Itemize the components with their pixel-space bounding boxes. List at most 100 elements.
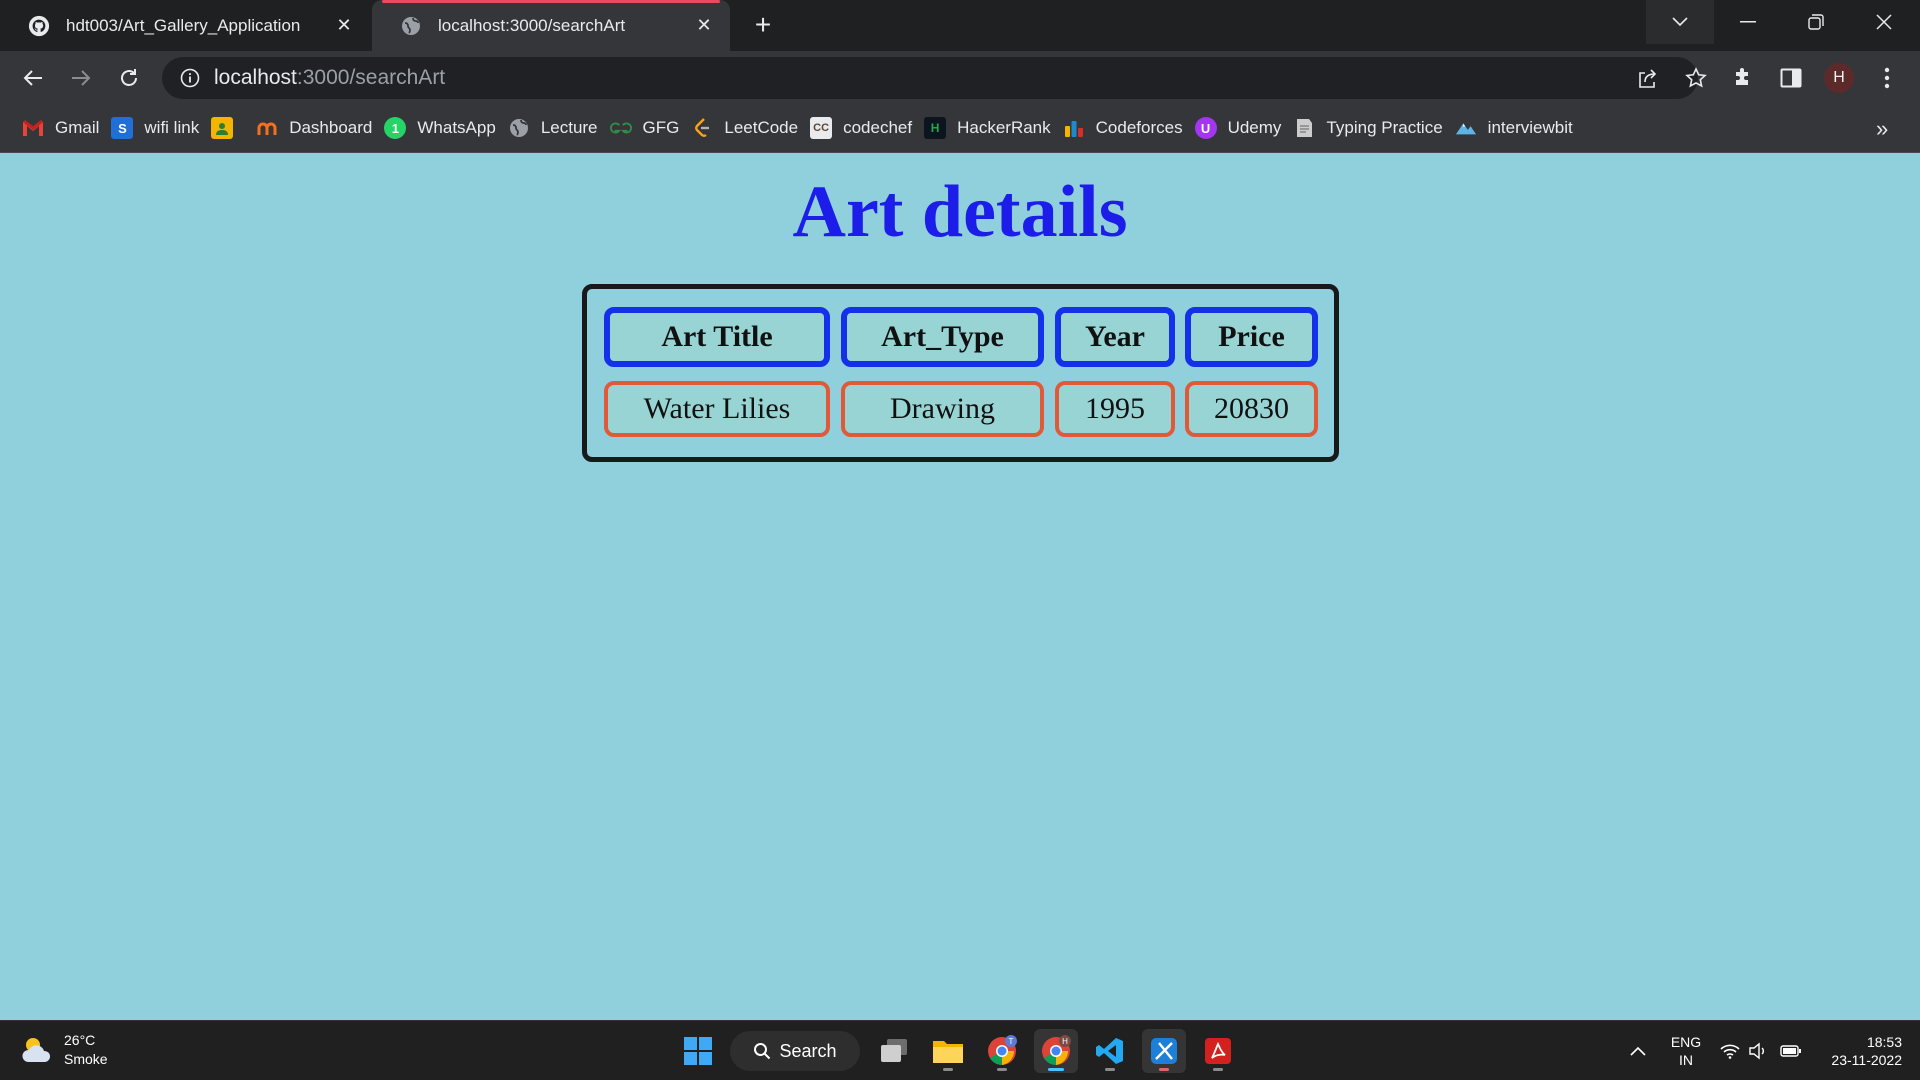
bookmark-whatsapp[interactable]: 1 WhatsApp — [382, 111, 505, 145]
bookmarks-bar: Gmail S wifi link Dashboard 1 WhatsApp L… — [0, 104, 1920, 153]
weather-cloud-icon — [22, 1038, 51, 1062]
reload-icon — [121, 69, 137, 86]
language-indicator[interactable]: ENG IN — [1668, 1033, 1704, 1069]
codechef-icon: CC — [810, 117, 833, 139]
bookmark-label: Codeforces — [1095, 118, 1183, 137]
browser-toolbar: localhost:3000/searchArt H — [0, 51, 1920, 104]
bookmarks-overflow-button[interactable]: » — [1876, 104, 1888, 153]
clock-time: 18:53 — [1866, 1034, 1902, 1050]
reload-button[interactable] — [114, 63, 144, 93]
url-path: :3000/searchArt — [296, 66, 446, 89]
table-header-art-title: Art Title — [604, 307, 830, 367]
running-indicator — [943, 1068, 953, 1071]
network-status[interactable] — [1720, 1021, 1740, 1080]
info-icon[interactable] — [178, 66, 202, 90]
s-icon: S — [111, 117, 134, 139]
table-header-art-type: Art_Type — [841, 307, 1044, 367]
bookmark-interviewbit[interactable]: interviewbit — [1453, 111, 1583, 145]
search-label: Search — [779, 1040, 837, 1061]
codeforces-icon — [1063, 117, 1085, 139]
url-text: localhost:3000/searchArt — [214, 66, 445, 90]
snipping-tool-icon — [1151, 1038, 1177, 1064]
system-clock[interactable]: 18:53 23-11-2022 — [1818, 1033, 1902, 1069]
tab-search-button[interactable] — [1646, 0, 1714, 44]
new-tab-button[interactable]: + — [748, 11, 778, 40]
bookmark-typing-practice[interactable]: Typing Practice — [1291, 111, 1452, 145]
snipping-tool-button[interactable] — [1142, 1029, 1186, 1073]
bookmark-codeforces[interactable]: Codeforces — [1061, 111, 1193, 145]
github-icon — [28, 15, 50, 37]
bookmark-star-icon[interactable] — [1684, 66, 1708, 90]
url-host: localhost — [214, 66, 297, 89]
chrome-icon: T — [988, 1035, 1017, 1065]
windows-taskbar: 26°C Smoke Search T H ENG IN 18:53 23-11… — [0, 1020, 1920, 1080]
battery-icon — [1780, 1045, 1801, 1057]
bookmark-gfg[interactable]: GFG — [608, 111, 690, 145]
vscode-button[interactable] — [1088, 1029, 1132, 1073]
bookmark-label: Dashboard — [289, 118, 373, 137]
region-code: IN — [1679, 1052, 1693, 1068]
acrobat-button[interactable] — [1196, 1029, 1240, 1073]
menu-kebab-icon[interactable] — [1872, 63, 1902, 93]
bookmark-label: codechef — [843, 118, 913, 137]
bookmark-label: interviewbit — [1487, 118, 1573, 137]
bookmark-dashboard[interactable]: Dashboard — [254, 111, 382, 145]
file-explorer-button[interactable] — [926, 1029, 970, 1073]
typing-icon — [1293, 117, 1315, 139]
chevron-down-icon — [1672, 17, 1688, 27]
weather-widget[interactable]: 26°C Smoke — [20, 1031, 108, 1069]
share-icon[interactable] — [1636, 66, 1660, 90]
bookmark-label: Udemy — [1227, 118, 1282, 137]
task-view-button[interactable] — [872, 1029, 916, 1073]
chrome-icon: H — [1042, 1035, 1071, 1065]
bookmark-gmail[interactable]: Gmail — [20, 111, 109, 145]
volume-status[interactable] — [1748, 1021, 1768, 1080]
bookmark-contact[interactable] — [209, 111, 254, 145]
close-icon[interactable]: ✕ — [692, 14, 716, 38]
side-panel-icon[interactable] — [1776, 63, 1806, 93]
art-details-table: Art Title Art_Type Year Price Water Lili… — [582, 284, 1339, 462]
extensions-icon[interactable] — [1728, 63, 1758, 93]
bookmark-label: HackerRank — [957, 118, 1051, 137]
running-indicator — [1213, 1068, 1223, 1071]
bookmark-udemy[interactable]: U Udemy — [1193, 111, 1292, 145]
chrome-profile-t-button[interactable]: T — [980, 1029, 1024, 1073]
forward-button[interactable] — [66, 63, 96, 93]
show-hidden-icons-button[interactable] — [1630, 1021, 1646, 1080]
bookmark-label: Lecture — [540, 118, 598, 137]
table-cell-year: 1995 — [1055, 381, 1175, 437]
back-button[interactable] — [18, 63, 48, 93]
tab-github[interactable]: hdt003/Art_Gallery_Application ✕ — [0, 0, 370, 51]
hackerrank-icon: H — [924, 117, 947, 139]
table-cell-art-type: Drawing — [841, 381, 1044, 437]
chevron-up-icon — [1630, 1046, 1646, 1056]
restore-button[interactable] — [1782, 0, 1850, 44]
profile-avatar[interactable]: H — [1824, 63, 1854, 93]
close-window-button[interactable] — [1850, 0, 1918, 44]
taskbar-search[interactable]: Search — [730, 1031, 860, 1071]
bookmark-codechef[interactable]: CC codechef — [808, 111, 922, 145]
leetcode-icon — [691, 117, 713, 139]
tab-searchart[interactable]: localhost:3000/searchArt ✕ — [372, 0, 730, 51]
close-icon[interactable]: ✕ — [332, 14, 356, 38]
vscode-icon — [1096, 1038, 1123, 1064]
bookmark-lecture[interactable]: Lecture — [506, 111, 608, 145]
address-bar[interactable]: localhost:3000/searchArt — [162, 57, 1707, 99]
bookmark-hackerrank[interactable]: H HackerRank — [922, 111, 1061, 145]
battery-status[interactable] — [1780, 1021, 1802, 1080]
search-icon — [754, 1043, 771, 1060]
weather-temp: 26°C — [64, 1032, 96, 1048]
forward-arrow-icon — [72, 70, 91, 86]
close-icon — [1876, 14, 1892, 30]
chrome-profile-h-button[interactable]: H — [1034, 1029, 1078, 1073]
minimize-button[interactable] — [1714, 0, 1782, 44]
speaker-icon — [1749, 1042, 1764, 1060]
table-cell-art-title: Water Lilies — [604, 381, 830, 437]
bookmark-wifi-link[interactable]: S wifi link — [109, 111, 209, 145]
tab-title: hdt003/Art_Gallery_Application — [66, 15, 301, 35]
start-button[interactable] — [676, 1029, 720, 1073]
bookmark-leetcode[interactable]: LeetCode — [689, 111, 808, 145]
svg-text:T: T — [1009, 1037, 1014, 1046]
table-header-year: Year — [1055, 307, 1175, 367]
back-arrow-icon — [23, 70, 42, 86]
